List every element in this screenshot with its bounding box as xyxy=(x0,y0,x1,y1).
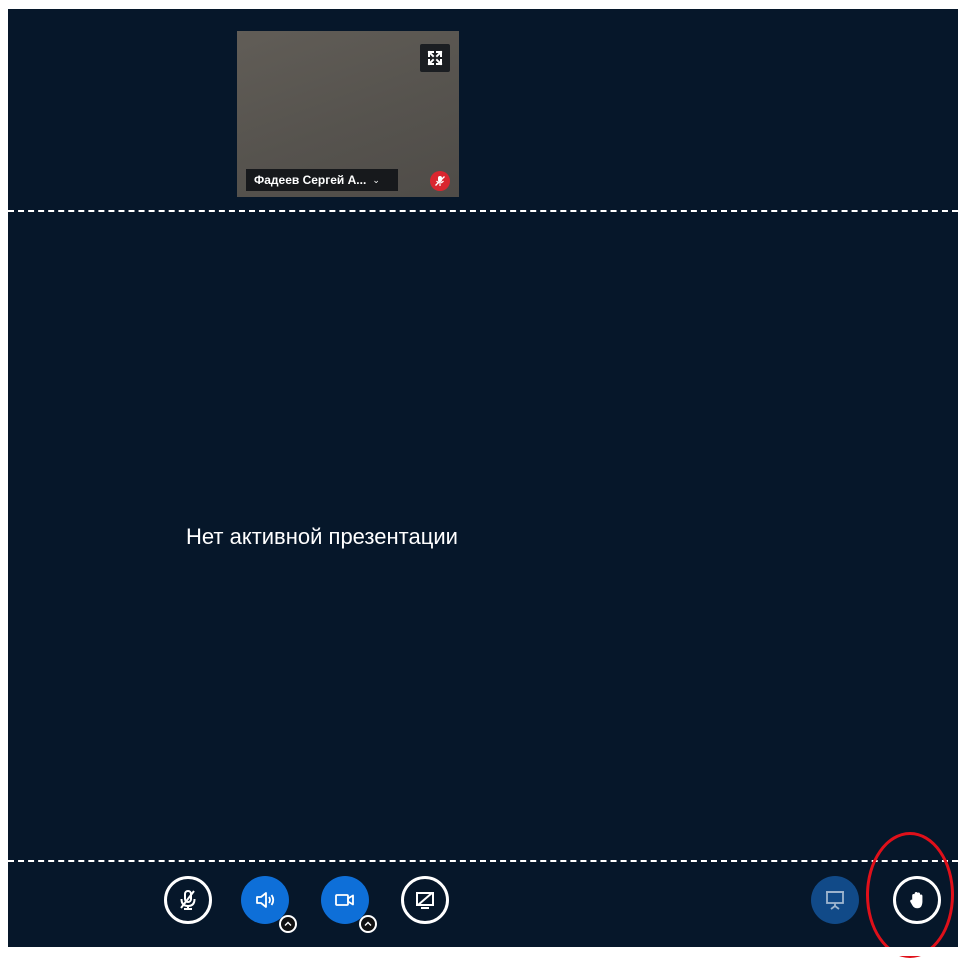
no-presentation-message: Нет активной презентации xyxy=(186,524,458,549)
toggle-presentation-button[interactable] xyxy=(811,876,859,924)
webcam-user-name-dropdown[interactable]: Фадеев Сергей А... ⌄ xyxy=(246,169,398,191)
presentation-icon xyxy=(826,891,844,910)
camera-options-button[interactable] xyxy=(359,915,377,933)
raise-hand-button[interactable] xyxy=(893,876,941,924)
window-bottom-edge xyxy=(0,947,958,956)
chevron-up-icon xyxy=(364,921,372,926)
screenshare-button[interactable] xyxy=(401,876,449,924)
hand-icon xyxy=(910,892,923,909)
speaker-icon xyxy=(256,892,275,908)
audio-options-button[interactable] xyxy=(279,915,297,933)
microphone-off-icon xyxy=(180,890,196,910)
divider-top xyxy=(8,210,958,212)
fullscreen-button[interactable] xyxy=(420,44,450,72)
chevron-down-icon: ⌄ xyxy=(372,174,380,185)
camera-icon xyxy=(335,894,354,906)
chevron-up-icon xyxy=(284,921,292,926)
webcam-user-name: Фадеев Сергей А... xyxy=(254,173,367,187)
fullscreen-icon xyxy=(427,50,443,66)
microphone-muted-icon xyxy=(430,171,450,191)
divider-bottom xyxy=(8,860,958,862)
mute-microphone-button[interactable] xyxy=(164,876,212,924)
webcam-tile[interactable]: Фадеев Сергей А... ⌄ xyxy=(237,31,459,197)
conference-main-area: Фадеев Сергей А... ⌄ Нет активной презен… xyxy=(8,9,958,947)
screenshare-off-icon xyxy=(416,892,434,909)
